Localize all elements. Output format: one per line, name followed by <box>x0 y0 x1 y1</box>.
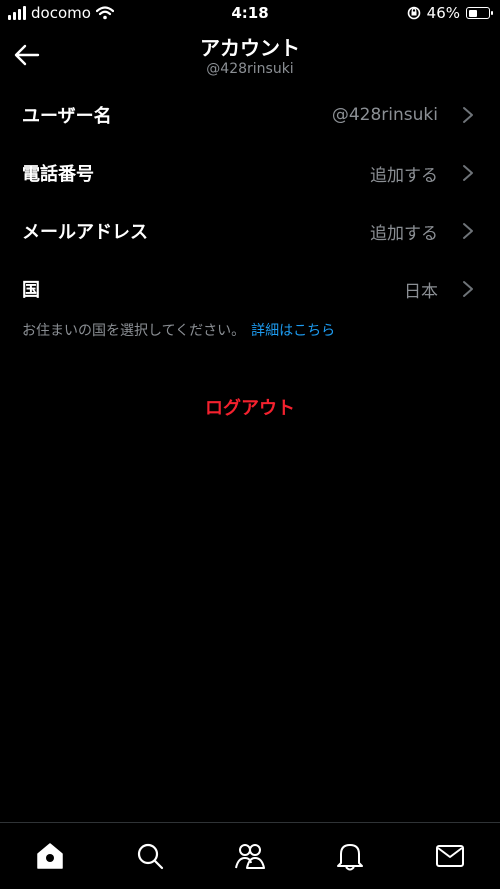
tab-search[interactable] <box>130 836 170 876</box>
tab-messages[interactable] <box>430 836 470 876</box>
chevron-right-icon <box>463 281 473 297</box>
row-phone[interactable]: 電話番号 追加する <box>0 144 500 202</box>
battery-icon <box>466 7 493 19</box>
tab-home[interactable] <box>30 836 70 876</box>
tab-communities[interactable] <box>230 836 270 876</box>
row-username[interactable]: ユーザー名 @428rinsuki <box>0 86 500 144</box>
row-value: @428rinsuki <box>331 105 438 125</box>
search-icon <box>137 843 164 870</box>
row-label: メールアドレス <box>22 222 148 243</box>
home-icon <box>37 843 63 869</box>
header: アカウント @428rinsuki <box>0 28 500 88</box>
settings-list: ユーザー名 @428rinsuki 電話番号 追加する メールアドレス 追加する… <box>0 86 500 318</box>
chevron-right-icon <box>463 107 473 123</box>
row-value: 追加する <box>370 165 438 186</box>
battery-percent: 46% <box>426 4 460 22</box>
tab-bar <box>0 822 500 889</box>
row-label: ユーザー名 <box>22 106 112 127</box>
row-label: 電話番号 <box>22 164 94 185</box>
page-title: アカウント <box>200 36 300 60</box>
communities-icon <box>235 844 265 869</box>
orientation-lock-icon <box>407 6 420 20</box>
tab-notifications[interactable] <box>330 836 370 876</box>
row-label: 国 <box>22 280 40 301</box>
logout-button[interactable]: ログアウト <box>0 394 500 420</box>
battery-level <box>468 9 477 17</box>
row-email[interactable]: メールアドレス 追加する <box>0 202 500 260</box>
row-country[interactable]: 国 日本 <box>0 260 500 318</box>
chevron-right-icon <box>463 165 473 181</box>
page-subtitle: @428rinsuki <box>206 61 294 77</box>
learn-more-link[interactable]: 詳細はこちら <box>251 323 335 339</box>
messages-icon <box>436 845 464 867</box>
helper-text: お住まいの国を選択してください。 <box>22 323 246 339</box>
chevron-right-icon <box>463 223 473 239</box>
status-bar: docomo 4:18 46% <box>0 0 500 28</box>
country-helper-text: お住まいの国を選択してください。 詳細はこちら <box>22 320 335 340</box>
status-right: 46% <box>407 4 493 22</box>
row-value: 日本 <box>404 281 438 302</box>
row-value: 追加する <box>370 223 438 244</box>
notifications-icon <box>337 844 363 871</box>
